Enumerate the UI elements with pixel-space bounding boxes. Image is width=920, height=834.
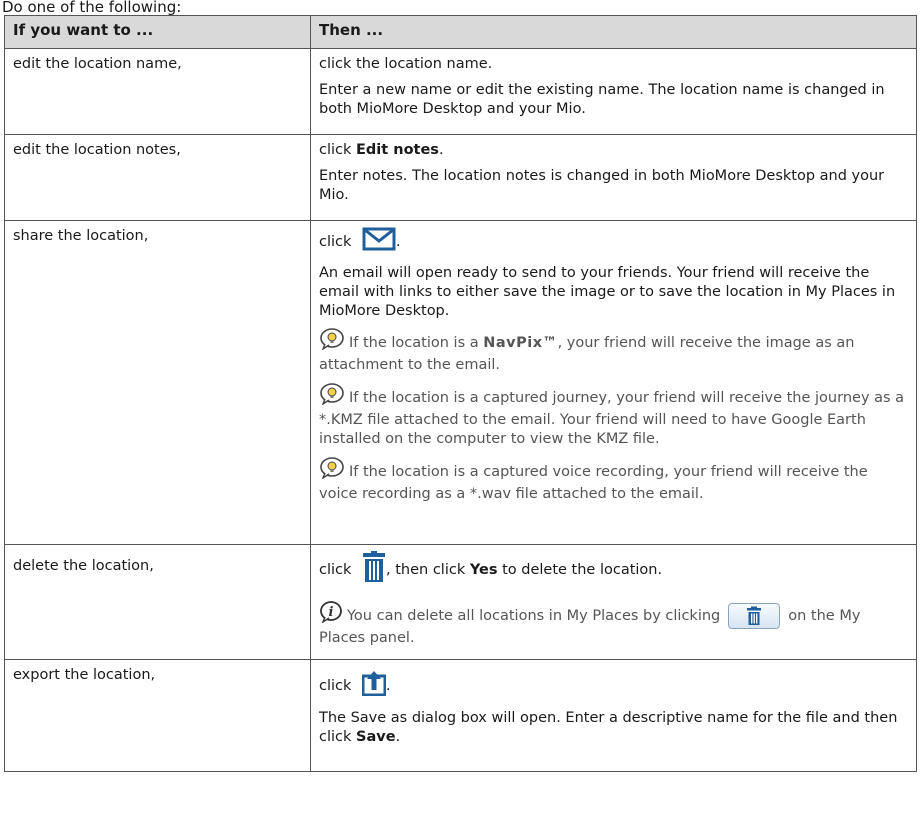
header-then: Then ...	[310, 15, 917, 49]
intro-text: Do one of the following:	[2, 0, 182, 16]
table-row: edit the location notes, click Edit note…	[4, 134, 917, 221]
instruction-line: click the location name.	[319, 56, 493, 72]
action-cell: delete the location,	[4, 544, 311, 660]
instruction-line: click .	[319, 227, 908, 257]
instruction-cell: click . An email will open ready to send…	[310, 220, 917, 545]
table-row: edit the location name, click the locati…	[4, 48, 917, 135]
text-span: .	[395, 729, 401, 745]
table-row: delete the location, click , then click …	[4, 544, 917, 660]
text-span: click	[319, 142, 357, 158]
text-span: .	[386, 678, 391, 694]
svg-text:i: i	[329, 605, 334, 620]
text-span: .	[438, 142, 444, 158]
action-cell: export the location,	[4, 659, 311, 772]
export-icon[interactable]	[361, 670, 387, 702]
tip-note: If the location is a NavPix™, your frien…	[319, 328, 908, 375]
delete-all-button[interactable]	[728, 603, 781, 629]
tip-note: If the location is a captured journey, y…	[319, 383, 908, 449]
text-span: You can delete all locations in My Place…	[347, 608, 721, 624]
instruction-line: click .	[319, 670, 908, 702]
envelope-icon[interactable]	[362, 227, 396, 257]
instruction-detail: An email will open ready to send to your…	[319, 265, 896, 319]
text-span: to delete the location.	[497, 562, 663, 578]
instruction-detail: Enter notes. The location notes is chang…	[319, 168, 885, 203]
table-row: export the location, click . The Save as…	[4, 659, 917, 772]
instruction-cell: click Edit notes. Enter notes. The locat…	[310, 134, 917, 221]
instruction-detail: Enter a new name or edit the existing na…	[319, 82, 885, 117]
instruction-line: click Edit notes.	[319, 141, 908, 160]
action-cell: share the location,	[4, 220, 311, 545]
instruction-cell: click . The Save as dialog box will open…	[310, 659, 917, 772]
text-span: The Save as dialog box will open. Enter …	[319, 710, 898, 745]
lightbulb-tip-icon	[319, 383, 345, 411]
lightbulb-tip-icon	[319, 328, 345, 356]
text-span: If the location is a captured journey, y…	[319, 390, 905, 447]
action-cell: edit the location name,	[4, 48, 311, 135]
save-label: Save	[356, 729, 396, 745]
instruction-cell: click the location name. Enter a new nam…	[310, 48, 917, 135]
table-row: share the location, click . An email wil…	[4, 220, 917, 545]
info-icon: i	[319, 601, 343, 629]
info-note: i You can delete all locations in My Pla…	[319, 601, 908, 648]
text-span: click	[319, 678, 352, 694]
text-span: click	[319, 234, 352, 250]
text-span: click	[319, 562, 352, 578]
lightbulb-tip-icon	[319, 457, 345, 485]
table-header-row: If you want to ... Then ...	[4, 15, 917, 49]
trash-icon[interactable]	[362, 551, 386, 589]
instruction-detail: The Save as dialog box will open. Enter …	[319, 709, 908, 747]
header-if-you-want: If you want to ...	[4, 15, 311, 49]
yes-label: Yes	[469, 562, 498, 578]
text-span: If the location is a captured voice reco…	[319, 464, 868, 502]
instruction-cell: click , then click Yes to delete the loc…	[310, 544, 917, 660]
text-span: .	[396, 234, 401, 250]
edit-notes-label: Edit notes	[356, 142, 439, 158]
tip-note: If the location is a captured voice reco…	[319, 457, 908, 504]
navpix-brand: NavPix™	[483, 335, 558, 351]
text-span: , then click	[386, 562, 470, 578]
text-span: If the location is a	[349, 335, 484, 351]
options-table: If you want to ... Then ... edit the loc…	[4, 15, 917, 772]
action-cell: edit the location notes,	[4, 134, 311, 221]
instruction-line: click , then click Yes to delete the loc…	[319, 551, 908, 589]
